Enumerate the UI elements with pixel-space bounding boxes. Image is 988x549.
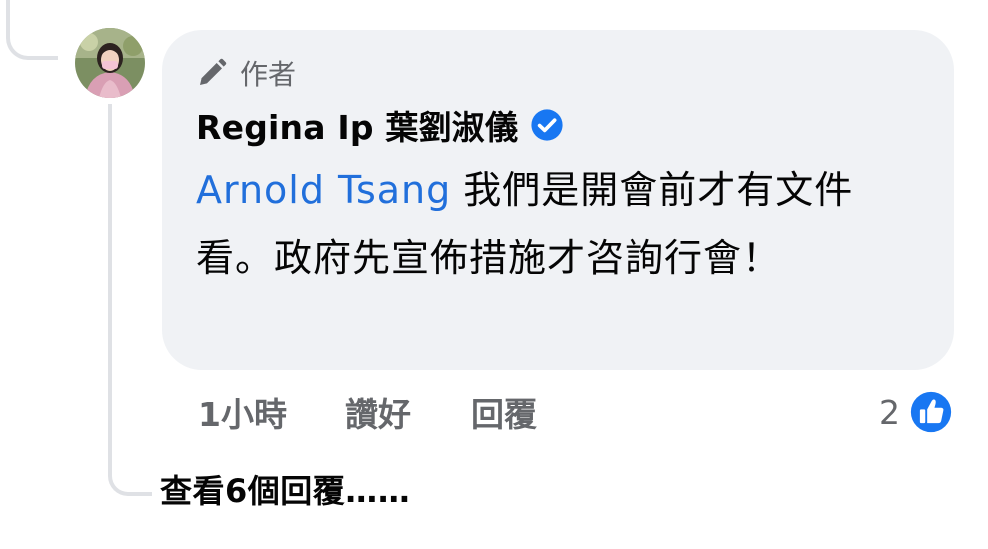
avatar[interactable]: [75, 28, 145, 98]
author-row: Regina Ip 葉劉淑儀: [196, 98, 918, 152]
timestamp[interactable]: 1小時: [198, 388, 287, 436]
pen-icon: [200, 58, 227, 85]
verified-badge-icon: [531, 109, 563, 141]
reaction-summary[interactable]: 2: [879, 384, 954, 440]
comment-actions: 1小時 讚好 回覆: [198, 384, 537, 440]
reaction-count: 2: [879, 392, 900, 432]
view-replies-link[interactable]: 查看6個回覆……: [160, 466, 410, 512]
thread-connector-replies: [108, 104, 152, 496]
comment-text: Arnold Tsang 我們是開會前才有文件看。政府先宣佈措施才咨詢行會！: [196, 156, 906, 292]
author-name[interactable]: Regina Ip 葉劉淑儀: [196, 101, 518, 149]
author-badge-label: 作者: [240, 58, 297, 91]
reply-button[interactable]: 回覆: [471, 388, 537, 436]
author-badge: 作者: [196, 50, 918, 96]
like-button[interactable]: 讚好: [345, 388, 411, 436]
avatar-image: [75, 28, 145, 98]
comment-bubble: 作者 Regina Ip 葉劉淑儀 Arnold Tsang 我們是開會前才有文件…: [162, 30, 954, 370]
like-reaction-icon: [908, 389, 954, 435]
thread-connector-top: [6, 0, 58, 60]
mention-link[interactable]: Arnold Tsang: [196, 168, 451, 212]
